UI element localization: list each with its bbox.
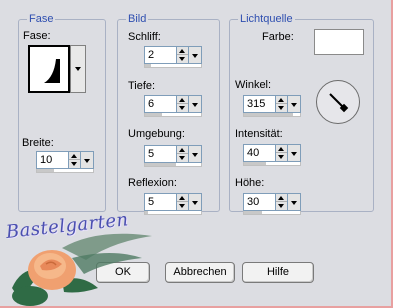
umgebung-slider[interactable] bbox=[144, 163, 202, 167]
spinner-down-icon[interactable] bbox=[177, 202, 188, 210]
spinner-up-icon[interactable] bbox=[177, 194, 188, 202]
schliff-dropdown[interactable] bbox=[189, 46, 202, 64]
hoehe-dropdown[interactable] bbox=[288, 193, 301, 211]
intensitaet-dropdown[interactable] bbox=[288, 144, 301, 162]
spinner-up-icon[interactable] bbox=[276, 145, 287, 153]
umgebung-spinner[interactable]: 5 bbox=[144, 145, 202, 167]
breite-slider[interactable] bbox=[36, 169, 94, 173]
hoehe-updown[interactable] bbox=[276, 193, 288, 211]
tiefe-value[interactable]: 6 bbox=[144, 95, 177, 113]
winkel-dropdown[interactable] bbox=[288, 95, 301, 113]
group-fase-title: Fase bbox=[27, 12, 56, 26]
dropdown-icon bbox=[291, 201, 297, 205]
intensitaet-updown[interactable] bbox=[276, 144, 288, 162]
spinner-up-icon[interactable] bbox=[177, 146, 188, 154]
fase-dropdown-button[interactable] bbox=[70, 45, 86, 93]
intensitaet-spinner[interactable]: 40 bbox=[243, 144, 301, 166]
umgebung-dropdown[interactable] bbox=[189, 145, 202, 163]
breite-spinner[interactable]: 10 bbox=[36, 151, 94, 173]
winkel-value[interactable]: 315 bbox=[243, 95, 276, 113]
spinner-up-icon[interactable] bbox=[69, 152, 80, 160]
dropdown-icon bbox=[84, 159, 90, 163]
schliff-slider[interactable] bbox=[144, 64, 202, 68]
spinner-down-icon[interactable] bbox=[276, 104, 287, 112]
umgebung-value[interactable]: 5 bbox=[144, 145, 177, 163]
intensitaet-slider[interactable] bbox=[243, 162, 301, 166]
tiefe-spinner[interactable]: 6 bbox=[144, 95, 202, 117]
intensitaet-value[interactable]: 40 bbox=[243, 144, 276, 162]
tiefe-updown[interactable] bbox=[177, 95, 189, 113]
reflexion-updown[interactable] bbox=[177, 193, 189, 211]
fase-label: Fase: bbox=[23, 30, 51, 42]
spinner-down-icon[interactable] bbox=[177, 154, 188, 162]
hoehe-value[interactable]: 30 bbox=[243, 193, 276, 211]
spinner-up-icon[interactable] bbox=[177, 96, 188, 104]
breite-dropdown[interactable] bbox=[81, 151, 94, 169]
winkel-slider[interactable] bbox=[243, 113, 301, 117]
spinner-up-icon[interactable] bbox=[177, 47, 188, 55]
angle-dial[interactable] bbox=[316, 80, 360, 124]
intensitaet-label: Intensität: bbox=[235, 128, 283, 140]
hoehe-label: Höhe: bbox=[235, 177, 265, 189]
tiefe-label: Tiefe: bbox=[128, 80, 156, 92]
schliff-label: Schliff: bbox=[128, 31, 161, 43]
bevel-shape-icon bbox=[38, 59, 60, 83]
umgebung-updown[interactable] bbox=[177, 145, 189, 163]
tiefe-slider[interactable] bbox=[144, 113, 202, 117]
group-lichtquelle-title: Lichtquelle bbox=[238, 12, 295, 26]
light-color-swatch[interactable] bbox=[314, 29, 364, 55]
spinner-up-icon[interactable] bbox=[276, 96, 287, 104]
dropdown-icon bbox=[192, 153, 198, 157]
bevel-shape-preview[interactable] bbox=[28, 45, 70, 93]
hoehe-slider[interactable] bbox=[243, 211, 301, 215]
tiefe-dropdown[interactable] bbox=[189, 95, 202, 113]
schliff-value[interactable]: 2 bbox=[144, 46, 177, 64]
dropdown-icon bbox=[291, 103, 297, 107]
umgebung-label: Umgebung: bbox=[128, 128, 185, 140]
dropdown-icon bbox=[192, 54, 198, 58]
angle-dial-icon bbox=[329, 93, 349, 113]
spinner-down-icon[interactable] bbox=[177, 55, 188, 63]
abbrechen-button[interactable]: Abbrechen bbox=[165, 262, 235, 283]
dropdown-icon bbox=[192, 201, 198, 205]
schliff-updown[interactable] bbox=[177, 46, 189, 64]
reflexion-slider[interactable] bbox=[144, 211, 202, 215]
hoehe-spinner[interactable]: 30 bbox=[243, 193, 301, 215]
hilfe-button[interactable]: Hilfe bbox=[242, 262, 314, 283]
dropdown-icon bbox=[75, 67, 81, 71]
breite-label: Breite: bbox=[22, 137, 54, 149]
dropdown-icon bbox=[192, 103, 198, 107]
spinner-down-icon[interactable] bbox=[276, 202, 287, 210]
reflexion-label: Reflexion: bbox=[128, 177, 177, 189]
winkel-label: Winkel: bbox=[235, 79, 272, 91]
dropdown-icon bbox=[291, 152, 297, 156]
schliff-spinner[interactable]: 2 bbox=[144, 46, 202, 68]
breite-value[interactable]: 10 bbox=[36, 151, 69, 169]
breite-updown[interactable] bbox=[69, 151, 81, 169]
spinner-up-icon[interactable] bbox=[276, 194, 287, 202]
reflexion-spinner[interactable]: 5 bbox=[144, 193, 202, 215]
group-bild-title: Bild bbox=[126, 12, 149, 26]
winkel-updown[interactable] bbox=[276, 95, 288, 113]
spinner-down-icon[interactable] bbox=[177, 104, 188, 112]
reflexion-dropdown[interactable] bbox=[189, 193, 202, 211]
farbe-label: Farbe: bbox=[262, 31, 294, 43]
reflexion-value[interactable]: 5 bbox=[144, 193, 177, 211]
spinner-down-icon[interactable] bbox=[276, 153, 287, 161]
winkel-spinner[interactable]: 315 bbox=[243, 95, 301, 117]
spinner-down-icon[interactable] bbox=[69, 160, 80, 168]
